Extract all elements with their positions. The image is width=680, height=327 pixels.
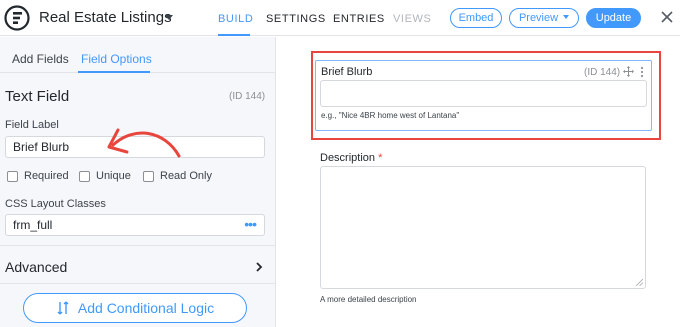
field-label-value: Brief Blurb xyxy=(13,140,70,154)
tab-settings[interactable]: SETTINGS xyxy=(266,13,326,25)
description-field-label: Description * xyxy=(320,152,382,164)
required-checkbox-label: Required xyxy=(24,170,69,182)
required-checkbox[interactable]: Required xyxy=(7,170,69,182)
css-classes-caption: CSS Layout Classes xyxy=(5,198,106,210)
active-tab-indicator xyxy=(218,34,250,36)
field-options-sidebar: Add Fields Field Options Text Field (ID … xyxy=(0,37,276,327)
kebab-menu-icon[interactable] xyxy=(640,66,644,78)
field-id-label: (ID 144) xyxy=(584,67,621,78)
sidebar-tabs: Add Fields Field Options xyxy=(0,37,276,73)
embed-button-label: Embed xyxy=(458,12,494,24)
tab-entries[interactable]: ENTRIES xyxy=(333,13,385,25)
preview-button[interactable]: Preview xyxy=(509,8,579,28)
brief-blurb-input[interactable] xyxy=(320,80,647,107)
checkbox-box[interactable] xyxy=(79,170,90,182)
tab-build[interactable]: BUILD xyxy=(218,13,253,25)
css-classes-value: frm_full xyxy=(13,218,53,232)
conditional-logic-icon xyxy=(57,301,69,315)
active-tab-indicator xyxy=(78,71,150,73)
field-type-heading: Text Field xyxy=(5,88,70,105)
checkbox-box[interactable] xyxy=(7,170,18,182)
update-button-label: Update xyxy=(595,12,632,24)
more-options-icon[interactable]: ••• xyxy=(244,217,257,231)
description-help-text: A more detailed description xyxy=(320,295,417,304)
update-button[interactable]: Update xyxy=(586,8,641,28)
chevron-down-icon[interactable] xyxy=(164,12,174,22)
field-label-caption: Field Label xyxy=(5,119,59,131)
formidable-logo-icon[interactable] xyxy=(4,5,30,31)
advanced-section-toggle[interactable]: Advanced xyxy=(5,259,67,275)
description-textarea[interactable] xyxy=(320,166,646,289)
divider xyxy=(0,283,276,284)
tab-views[interactable]: VIEWS xyxy=(393,13,431,25)
resize-handle-icon[interactable] xyxy=(636,279,643,286)
unique-checkbox[interactable]: Unique xyxy=(79,170,131,182)
tab-field-options[interactable]: Field Options xyxy=(81,52,152,66)
add-conditional-logic-button[interactable]: Add Conditional Logic xyxy=(23,293,247,323)
field-label-input[interactable]: Brief Blurb xyxy=(5,136,265,158)
unique-checkbox-label: Unique xyxy=(96,170,131,182)
divider xyxy=(0,245,276,246)
preview-button-label: Preview xyxy=(518,12,559,24)
chevron-down-icon xyxy=(563,15,570,19)
css-classes-input[interactable]: frm_full ••• xyxy=(5,214,265,236)
brief-blurb-description: e.g., "Nice 4BR home west of Lantana" xyxy=(321,111,460,120)
form-title[interactable]: Real Estate Listings xyxy=(39,9,172,26)
embed-button[interactable]: Embed xyxy=(450,8,502,28)
top-bar: Real Estate Listings BUILD SETTINGS ENTR… xyxy=(0,0,680,36)
read-only-checkbox[interactable]: Read Only xyxy=(143,170,212,182)
checkbox-box[interactable] xyxy=(143,170,154,182)
move-icon[interactable] xyxy=(623,66,634,77)
close-icon[interactable] xyxy=(660,10,674,24)
selected-field-card[interactable]: Brief Blurb (ID 144) e.g., "Nice 4BR hom… xyxy=(315,60,652,131)
chevron-right-icon[interactable] xyxy=(254,261,264,273)
read-only-checkbox-label: Read Only xyxy=(160,170,212,182)
tab-add-fields[interactable]: Add Fields xyxy=(12,52,69,66)
description-label-text: Description xyxy=(320,152,376,164)
conditional-logic-label: Add Conditional Logic xyxy=(77,300,215,316)
field-id-label: (ID 144) xyxy=(229,91,266,102)
required-marker: * xyxy=(378,152,383,164)
brief-blurb-field-label: Brief Blurb xyxy=(321,66,373,78)
